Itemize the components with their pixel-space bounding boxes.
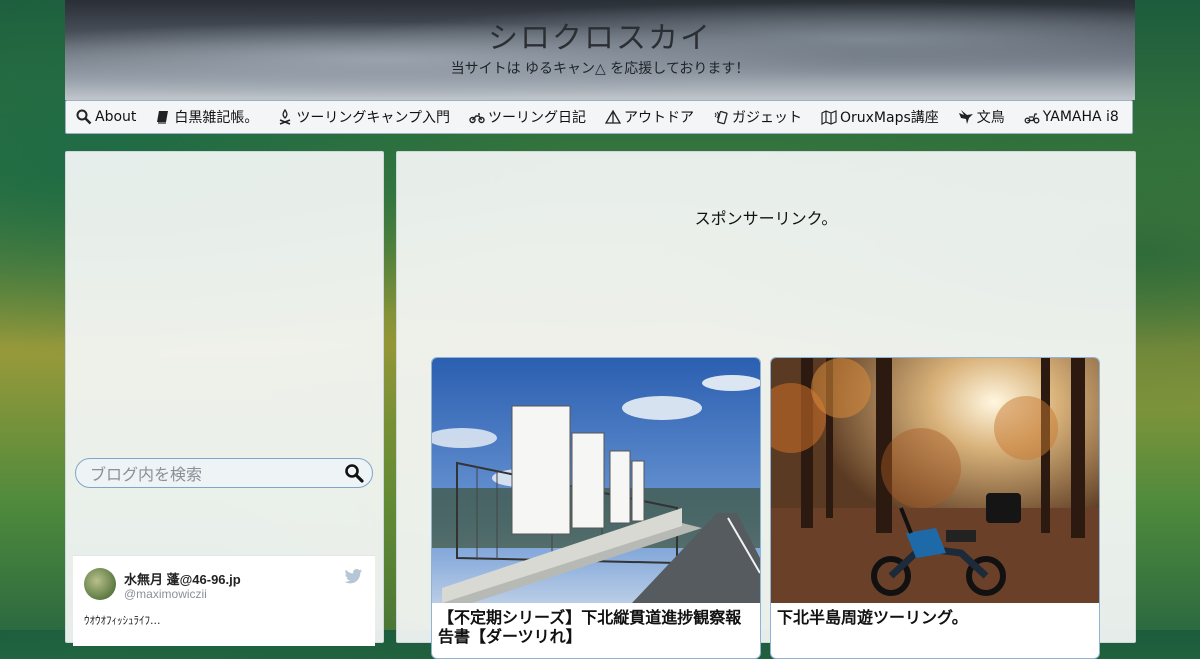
tweet-text: ｳｵｳｵﾌｨｯｼｭﾗｲﾌ... bbox=[84, 614, 161, 627]
campfire-icon bbox=[277, 109, 293, 125]
article-thumbnail[interactable] bbox=[771, 358, 1099, 603]
map-icon bbox=[821, 109, 837, 125]
global-nav: About 白黒雑記帳。 ツーリングキャンプ入門 ツーリング日記 アウトドア ガ… bbox=[65, 100, 1133, 134]
nav-item-oruxmaps[interactable]: OruxMaps講座 bbox=[821, 107, 939, 127]
main-content: スポンサーリンク。 【不定期シリーズ】下北縦貫道進捗観察報告書【ダーツリれ】 下… bbox=[396, 151, 1136, 659]
site-title[interactable]: シロクロスカイ bbox=[65, 13, 1135, 57]
twitter-user-handle[interactable]: @maximowiczii bbox=[124, 587, 207, 601]
article-card[interactable]: 下北半島周遊ツーリング。 bbox=[770, 357, 1100, 659]
search-icon bbox=[76, 109, 92, 125]
nav-item-label: 文鳥 bbox=[976, 110, 1005, 126]
nav-item-label: ツーリング日記 bbox=[488, 110, 586, 126]
nav-item-label: 白黒雑記帳。 bbox=[174, 110, 259, 126]
nav-item-label: アウトドア bbox=[624, 110, 694, 126]
nav-item-outdoor[interactable]: アウトドア bbox=[605, 107, 694, 127]
nav-item-touring-camp[interactable]: ツーリングキャンプ入門 bbox=[277, 107, 450, 127]
nav-item-label: YAMAHA i8 bbox=[1042, 109, 1119, 125]
scooter-icon bbox=[1024, 109, 1040, 125]
twitter-icon[interactable] bbox=[344, 568, 363, 584]
nav-item-bird[interactable]: 文鳥 bbox=[958, 107, 1005, 127]
article-title[interactable]: 【不定期シリーズ】下北縦貫道進捗観察報告書【ダーツリれ】 bbox=[438, 608, 754, 646]
avatar[interactable] bbox=[84, 568, 116, 600]
nav-item-label: OruxMaps講座 bbox=[840, 110, 939, 126]
sidebar-search bbox=[75, 458, 373, 488]
nav-item-label: About bbox=[95, 109, 137, 125]
nav-item-notebook[interactable]: 白黒雑記帳。 bbox=[155, 107, 258, 127]
article-thumbnail[interactable] bbox=[432, 358, 760, 603]
tent-icon bbox=[605, 109, 621, 125]
site-header: シロクロスカイ 当サイトは ゆるキャン△ を応援しております！ bbox=[65, 0, 1135, 100]
site-subtitle: 当サイトは ゆるキャン△ を応援しております！ bbox=[450, 61, 750, 77]
motorcycle-icon bbox=[469, 109, 485, 125]
book-icon bbox=[155, 109, 171, 125]
bird-icon bbox=[958, 109, 974, 125]
article-title[interactable]: 下北半島周遊ツーリング。 bbox=[777, 608, 1093, 627]
nav-item-label: ガジェット bbox=[732, 110, 802, 126]
nav-item-gadget[interactable]: ガジェット bbox=[713, 107, 802, 127]
nav-item-label: ツーリングキャンプ入門 bbox=[296, 110, 450, 126]
gadget-icon bbox=[713, 109, 729, 125]
nav-item-yamaha[interactable]: YAMAHA i8 bbox=[1024, 109, 1119, 125]
search-input[interactable] bbox=[88, 463, 342, 485]
nav-item-touring-diary[interactable]: ツーリング日記 bbox=[469, 107, 586, 127]
search-button[interactable] bbox=[344, 463, 364, 483]
sidebar: 水無月 蓬@46-96.jp @maximowiczii ｳｵｳｵﾌｨｯｼｭﾗｲ… bbox=[65, 151, 384, 646]
sponsor-label: スポンサーリンク。 bbox=[694, 209, 838, 228]
twitter-timeline-widget[interactable]: 水無月 蓬@46-96.jp @maximowiczii ｳｵｳｵﾌｨｯｼｭﾗｲ… bbox=[73, 555, 375, 646]
twitter-user-name[interactable]: 水無月 蓬@46-96.jp bbox=[124, 569, 241, 588]
article-card[interactable]: 【不定期シリーズ】下北縦貫道進捗観察報告書【ダーツリれ】 bbox=[431, 357, 761, 659]
search-icon bbox=[345, 464, 364, 483]
nav-item-about[interactable]: About bbox=[76, 109, 136, 125]
